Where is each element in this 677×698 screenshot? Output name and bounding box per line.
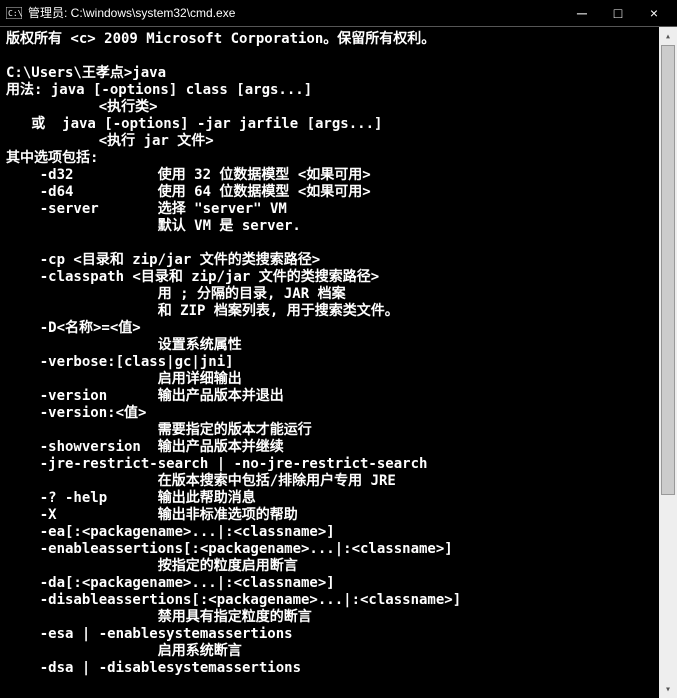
titlebar[interactable]: C:\ 管理员: C:\windows\system32\cmd.exe ─ □… <box>0 0 677 26</box>
window-controls: ─ □ × <box>575 6 671 20</box>
minimize-button[interactable]: ─ <box>575 6 589 20</box>
scroll-up-button[interactable]: ▴ <box>659 27 677 45</box>
vertical-scrollbar[interactable]: ▴ ▾ <box>659 27 677 698</box>
close-button[interactable]: × <box>647 6 661 20</box>
terminal-output[interactable]: 版权所有 <c> 2009 Microsoft Corporation。保留所有… <box>0 27 659 698</box>
maximize-button[interactable]: □ <box>611 6 625 20</box>
cmd-window: C:\ 管理员: C:\windows\system32\cmd.exe ─ □… <box>0 0 677 698</box>
scroll-thumb[interactable] <box>661 45 675 495</box>
content-area: 版权所有 <c> 2009 Microsoft Corporation。保留所有… <box>0 26 677 698</box>
cmd-icon: C:\ <box>6 6 22 20</box>
window-title: 管理员: C:\windows\system32\cmd.exe <box>28 4 575 21</box>
scroll-down-button[interactable]: ▾ <box>659 680 677 698</box>
svg-text:C:\: C:\ <box>8 9 22 18</box>
